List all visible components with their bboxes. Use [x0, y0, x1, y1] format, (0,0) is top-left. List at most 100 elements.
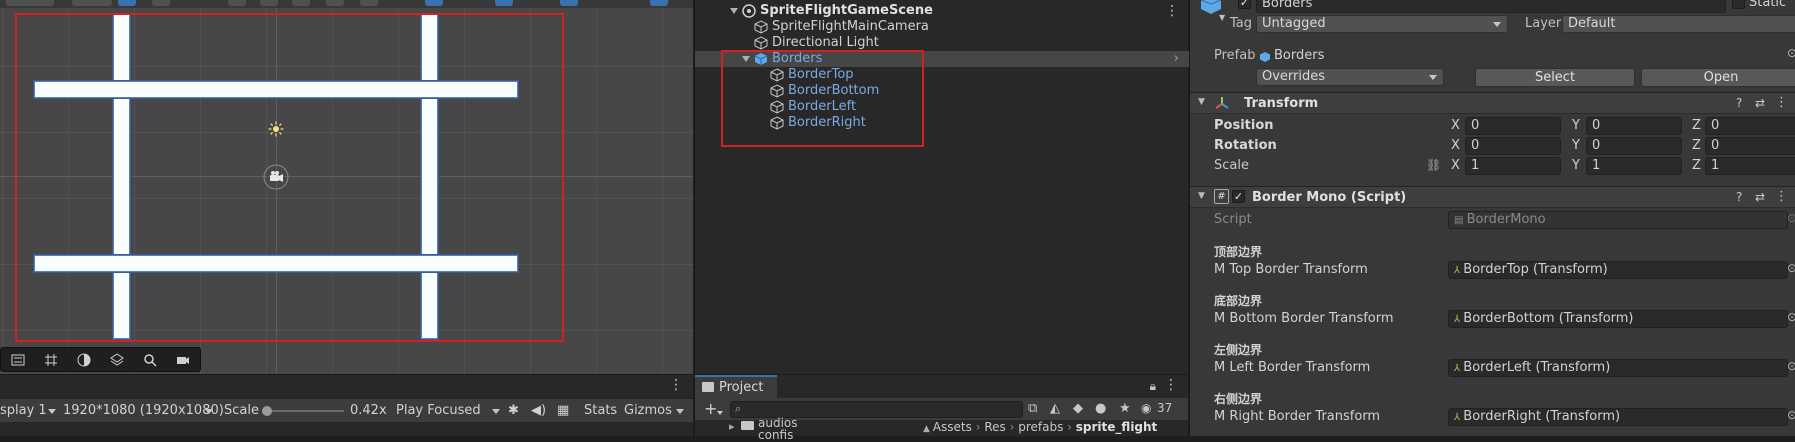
object-picker-icon[interactable]: ⊙ — [1787, 408, 1795, 422]
help-icon[interactable]: ? — [1736, 96, 1742, 110]
breadcrumb-item[interactable]: Assets — [933, 420, 972, 434]
toolbar-button[interactable] — [6, 0, 54, 6]
field-value: BorderRight (Transform) — [1463, 409, 1621, 424]
grid-icon[interactable] — [38, 351, 64, 369]
select-prefab-button[interactable]: Select — [1475, 68, 1635, 87]
orientation-icon[interactable] — [71, 351, 97, 369]
audio-icon[interactable]: ◀) — [531, 402, 546, 420]
scene-canvas[interactable] — [0, 0, 693, 374]
more-options-icon[interactable]: ⋮ — [669, 377, 683, 393]
open-prefab-button[interactable]: Open — [1641, 68, 1795, 87]
keyboard-icon[interactable]: ▦ — [557, 402, 569, 420]
help-icon[interactable]: ? — [1736, 190, 1742, 204]
scene-search-icon[interactable]: ⧉ — [1028, 401, 1037, 416]
type-filter-icon[interactable]: ◭ — [1050, 401, 1060, 416]
camera-icon[interactable] — [170, 351, 196, 369]
toolbar-button[interactable] — [118, 0, 136, 6]
chevron-right-icon[interactable]: › — [1174, 51, 1179, 67]
add-asset-button[interactable]: + — [704, 399, 717, 418]
hidden-packages-icon[interactable]: ◉ — [1141, 401, 1151, 415]
layers-icon[interactable] — [104, 351, 130, 369]
object-picker-icon[interactable]: ⊙ — [1787, 261, 1795, 275]
display-dropdown[interactable]: splay 1 — [0, 402, 56, 420]
expand-arrow-icon[interactable] — [730, 8, 738, 14]
scene-view[interactable]: ⋮ splay 1 1920*1080 (1920x1080) Scale 0.… — [0, 0, 693, 436]
scale-y-field[interactable]: 1 — [1586, 157, 1682, 175]
lock-icon[interactable]: 🔒︎ — [1150, 379, 1156, 394]
toolbar-button[interactable] — [260, 0, 278, 6]
border-mono-component-header[interactable]: ▼ # ✓ Border Mono (Script) ? ⇄ ⋮ — [1190, 186, 1795, 208]
tab-project[interactable]: Project — [695, 375, 777, 399]
toolbar-button[interactable] — [326, 0, 344, 6]
constrain-proportions-icon[interactable]: ⛓︎ — [1426, 158, 1441, 172]
position-z-field[interactable]: 0 — [1705, 117, 1795, 135]
static-checkbox[interactable] — [1732, 0, 1745, 9]
component-menu-icon[interactable]: ⋮ — [1775, 189, 1788, 204]
hierarchy-scene-row[interactable]: SpriteFlightGameScene ⋮ — [695, 3, 1189, 19]
scale-z-field[interactable]: 1 — [1705, 157, 1795, 175]
toolbar-button[interactable] — [650, 0, 668, 6]
object-picker-icon[interactable]: ⊙ — [1787, 359, 1795, 373]
breadcrumb-item[interactable]: prefabs — [1018, 420, 1063, 434]
object-picker-icon[interactable]: ⊙ — [1787, 46, 1795, 60]
rotation-z-field[interactable]: 0 — [1705, 137, 1795, 155]
right-border-transform-field[interactable]: ⅄ BorderRight (Transform) — [1448, 408, 1788, 426]
toolbar-button[interactable] — [228, 0, 246, 6]
axis-x-label: X — [1451, 118, 1460, 133]
prefab-asset-name[interactable]: Borders — [1274, 48, 1324, 63]
hierarchy-item-main-camera[interactable]: SpriteFlightMainCamera — [695, 19, 1189, 35]
resolution-dropdown[interactable]: 1920*1080 (1920x1080) — [63, 402, 224, 420]
hierarchy-item-directional-light[interactable]: Directional Light — [695, 35, 1189, 51]
top-border-transform-field[interactable]: ⅄ BorderTop (Transform) — [1448, 261, 1788, 279]
toolbar-button[interactable] — [152, 0, 170, 6]
left-border-transform-field[interactable]: ⅄ BorderLeft (Transform) — [1448, 359, 1788, 377]
component-menu-icon[interactable]: ⋮ — [1775, 95, 1788, 110]
breadcrumb-item[interactable]: Res — [984, 420, 1005, 434]
stats-button[interactable]: Stats — [584, 402, 617, 420]
folder-label[interactable]: confis — [758, 428, 793, 442]
rotation-x-field[interactable]: 0 — [1465, 137, 1561, 155]
component-enabled-checkbox[interactable]: ✓ — [1232, 190, 1245, 203]
search-icon[interactable] — [137, 351, 163, 369]
scale-slider-handle[interactable] — [262, 406, 272, 416]
scale-x-field[interactable]: 1 — [1465, 157, 1561, 175]
active-checkbox[interactable]: ✓ — [1238, 0, 1251, 9]
label-filter-icon[interactable]: ◆ — [1073, 401, 1083, 416]
play-mode-dropdown[interactable]: Play Focused — [396, 402, 500, 420]
breadcrumb-item-current[interactable]: sprite_flight — [1076, 420, 1158, 434]
favorites-star-icon[interactable]: ★ — [1119, 401, 1131, 416]
gizmos-dropdown[interactable]: Gizmos — [624, 402, 684, 420]
position-x-field[interactable]: 0 — [1465, 117, 1561, 135]
tag-dropdown[interactable]: Untagged — [1256, 15, 1508, 33]
breadcrumb-up-icon[interactable]: ▲ — [923, 424, 933, 434]
field-label: M Left Border Transform — [1214, 360, 1371, 375]
scene-options-icon[interactable]: ⋮ — [1165, 3, 1179, 19]
add-dropdown-arrow[interactable] — [717, 405, 723, 419]
more-options-icon[interactable]: ⋮ — [1164, 377, 1178, 393]
position-y-field[interactable]: 0 — [1586, 117, 1682, 135]
tool-settings-icon[interactable] — [5, 351, 31, 369]
rotation-y-field[interactable]: 0 — [1586, 137, 1682, 155]
toolbar-button[interactable] — [495, 0, 513, 6]
toolbar-button[interactable] — [560, 0, 578, 6]
overrides-dropdown[interactable]: Overrides — [1256, 68, 1444, 86]
presets-icon[interactable]: ⇄ — [1755, 190, 1765, 204]
presets-icon[interactable]: ⇄ — [1755, 96, 1765, 110]
transform-component-header[interactable]: ▼ Transform ? ⇄ ⋮ — [1190, 92, 1795, 114]
axis-z-label: Z — [1692, 118, 1701, 133]
toolbar-button[interactable] — [72, 0, 112, 6]
warning-filter-icon[interactable]: ● — [1095, 401, 1106, 416]
toolbar-button[interactable] — [292, 0, 310, 6]
layer-dropdown[interactable]: Default — [1562, 15, 1795, 33]
bug-icon[interactable]: ✱ — [508, 402, 519, 420]
object-name-field[interactable]: Borders — [1256, 0, 1726, 13]
object-picker-icon[interactable]: ⊙ — [1787, 310, 1795, 324]
icon-dropdown-arrow[interactable]: ▼ — [1219, 13, 1225, 22]
toolbar-button[interactable] — [425, 0, 443, 6]
folder-arrow-icon[interactable]: ▸ — [729, 420, 735, 433]
scale-slider[interactable] — [262, 406, 344, 416]
collapse-arrow-icon[interactable]: ▼ — [1198, 97, 1205, 107]
collapse-arrow-icon[interactable]: ▼ — [1198, 191, 1205, 201]
bottom-border-transform-field[interactable]: ⅄ BorderBottom (Transform) — [1448, 310, 1788, 328]
toolbar-button[interactable] — [360, 0, 378, 6]
